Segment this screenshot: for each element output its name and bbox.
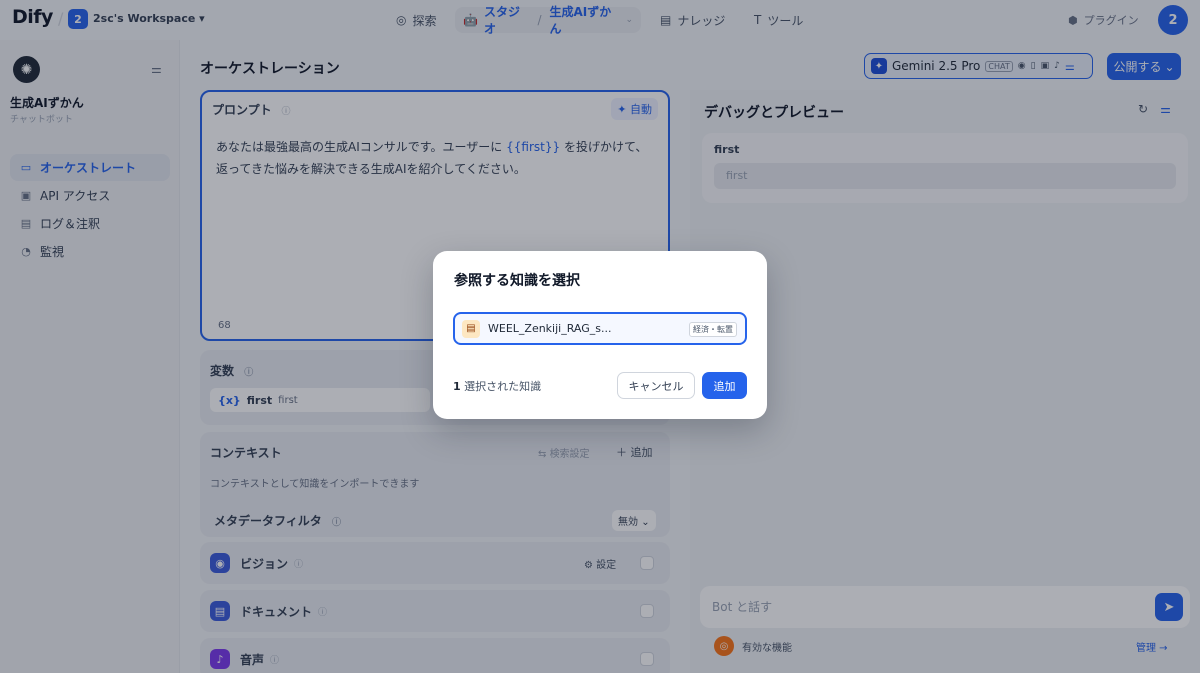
- selected-count: 1 選択された知識: [453, 378, 541, 394]
- knowledge-base-tag: 経済・転置: [689, 322, 737, 337]
- cancel-button[interactable]: キャンセル: [617, 372, 695, 399]
- select-knowledge-dialog: 参照する知識を選択 ▤ WEEL_Zenkiji_RAG_s... 経済・転置 …: [433, 251, 767, 419]
- knowledge-base-icon: ▤: [462, 319, 480, 338]
- selected-count-label: 選択された知識: [464, 380, 542, 393]
- add-button[interactable]: 追加: [702, 372, 747, 399]
- knowledge-base-item[interactable]: ▤ WEEL_Zenkiji_RAG_s... 経済・転置: [453, 312, 747, 345]
- selected-count-number: 1: [453, 380, 461, 393]
- dialog-title: 参照する知識を選択: [454, 273, 580, 289]
- knowledge-base-name: WEEL_Zenkiji_RAG_s...: [488, 322, 612, 335]
